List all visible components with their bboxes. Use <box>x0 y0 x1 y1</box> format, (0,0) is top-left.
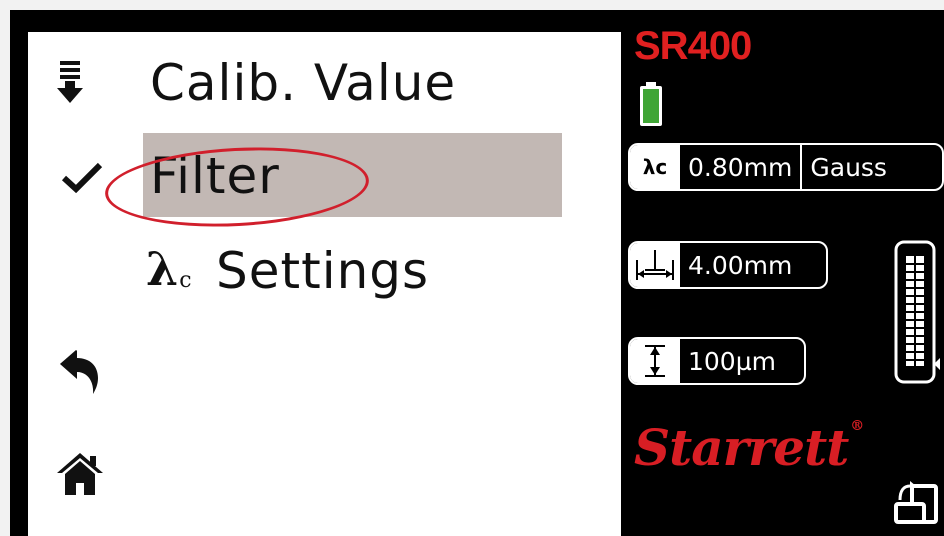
range-pill: 100µm <box>628 337 806 385</box>
menu-item-lambda-settings[interactable]: λc Settings <box>28 228 621 312</box>
range-icon <box>630 339 680 383</box>
lambda-c-label: λc <box>630 145 680 189</box>
filter-status-pill: λc 0.80mm Gauss <box>628 143 944 191</box>
checkmark-icon <box>60 159 104 195</box>
menu-item-label: Calib. Value <box>150 54 457 112</box>
rotate-screen-icon[interactable] <box>894 480 940 530</box>
evaluation-length-pill: 4.00mm <box>628 241 828 289</box>
lambda-c-icon: λc <box>146 242 193 296</box>
download-arrow-icon <box>56 60 84 104</box>
battery-icon <box>640 82 662 130</box>
model-name: SR400 <box>634 24 752 68</box>
level-gauge-icon <box>884 240 940 392</box>
back-arrow-icon[interactable] <box>58 350 102 394</box>
evaluation-length-value: 4.00mm <box>688 250 793 280</box>
home-icon[interactable] <box>56 452 104 496</box>
menu-item-label: Settings <box>216 242 430 300</box>
brand-logo: Starrett ® <box>634 418 864 477</box>
cutoff-value: 0.80mm <box>680 145 803 189</box>
menu-item-calib-value[interactable]: Calib. Value <box>28 42 621 122</box>
range-value: 100µm <box>688 346 776 376</box>
device-screen: Calib. Value Filter λc Settings SR400 λc… <box>10 10 944 536</box>
menu-panel: Calib. Value Filter λc Settings <box>28 32 621 536</box>
evaluation-length-icon <box>630 243 680 287</box>
filter-type: Gauss <box>810 152 887 182</box>
